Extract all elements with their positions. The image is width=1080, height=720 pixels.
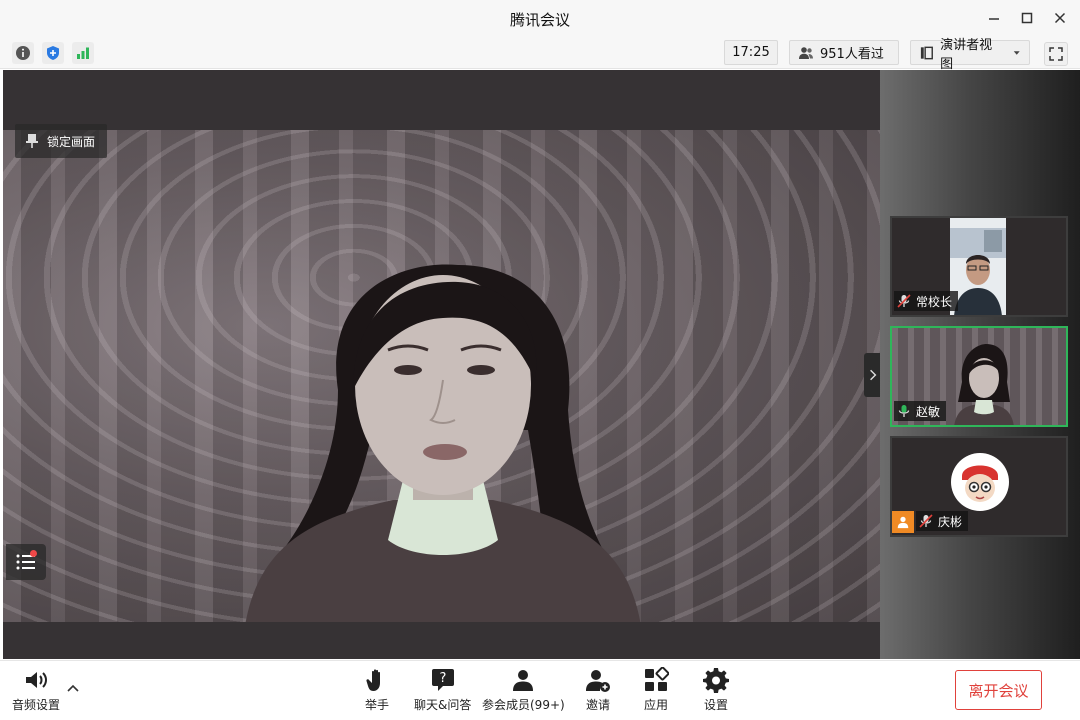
info-icon	[16, 46, 30, 60]
mic-muted-icon	[919, 514, 933, 528]
mic-muted-icon	[897, 294, 911, 308]
users-icon	[799, 46, 813, 59]
lock-screen-button[interactable]: 锁定画面	[15, 124, 108, 158]
raise-hand-label: 举手	[364, 698, 389, 712]
chevron-down-icon	[1013, 50, 1020, 55]
mic-active-icon	[898, 405, 910, 417]
participant-panel: 常校长 赵敏 庆彬	[880, 70, 1080, 659]
view-mode-dropdown[interactable]: 演讲者视图	[910, 38, 1030, 72]
chat-qa-icon: ?	[431, 669, 454, 691]
info-bar: 17:25 951人看过 演讲者视图	[0, 36, 1080, 72]
view-mode-label: 演讲者视图	[940, 37, 993, 72]
audio-menu-button[interactable]	[66, 681, 80, 700]
viewer-count-text: 951人看过	[820, 47, 884, 62]
meeting-info-button[interactable]	[12, 42, 34, 64]
maximize-icon	[1021, 12, 1033, 24]
apps-icon	[645, 667, 669, 691]
minimize-button[interactable]	[981, 6, 1007, 30]
members-label: 参会成员(99+)	[482, 698, 565, 712]
audio-settings-label: 音频设置	[12, 698, 61, 712]
person-icon	[897, 516, 909, 529]
bottom-toolbar: 音频设置 举手 ? 聊天&问答 参会成员(99+) 邀请 应用 设置 离开会议	[0, 660, 1080, 720]
members-icon	[513, 670, 534, 691]
hand-icon	[366, 669, 380, 691]
apps-button[interactable]: 应用	[643, 667, 669, 713]
window-title: 腾讯会议	[509, 11, 570, 29]
maximize-button[interactable]	[1014, 6, 1040, 30]
participant-name-tag: 常校长	[894, 291, 959, 311]
notification-dot	[30, 550, 37, 557]
close-icon	[1054, 12, 1066, 24]
svg-text:?: ?	[439, 671, 446, 686]
close-button[interactable]	[1047, 6, 1073, 30]
settings-button[interactable]: 设置	[703, 667, 729, 713]
apps-label: 应用	[643, 698, 668, 712]
signal-icon	[77, 47, 89, 59]
participant-name: 庆彬	[938, 514, 963, 529]
title-bar: 腾讯会议	[0, 0, 1080, 36]
timer-text: 17:25	[732, 45, 770, 60]
minimize-icon	[989, 18, 999, 20]
participant-name: 常校长	[916, 294, 953, 309]
leave-meeting-button[interactable]: 离开会议	[955, 670, 1042, 710]
pin-icon	[26, 134, 38, 148]
participant-name-tag: 赵敏	[894, 401, 947, 421]
invite-label: 邀请	[585, 698, 610, 712]
host-badge	[892, 511, 914, 533]
network-status-button[interactable]	[72, 42, 94, 64]
invite-button[interactable]: 邀请	[585, 667, 611, 713]
speaker-figure	[245, 264, 641, 622]
participant-tile[interactable]: 赵敏	[890, 326, 1068, 427]
audio-settings-button[interactable]: 音频设置	[12, 667, 60, 713]
speaker-video	[3, 130, 880, 622]
fullscreen-icon	[1049, 47, 1063, 61]
chat-label: 聊天&问答	[414, 698, 472, 712]
participant-figure	[954, 344, 1014, 425]
speaker-view-icon	[920, 46, 933, 59]
chevron-right-icon	[870, 369, 877, 381]
sidebar-collapse-button[interactable]	[864, 353, 880, 397]
speaker-icon	[26, 672, 47, 688]
raise-hand-button[interactable]: 举手	[364, 667, 390, 713]
avatar	[951, 453, 1009, 511]
participant-name-tag: 庆彬	[916, 511, 969, 531]
main-stage: 锁定画面	[3, 70, 880, 659]
lock-screen-label: 锁定画面	[47, 134, 96, 149]
chevron-up-icon	[67, 684, 79, 692]
chat-button[interactable]: ? 聊天&问答	[414, 667, 471, 713]
fullscreen-button[interactable]	[1044, 42, 1068, 66]
gear-icon	[703, 668, 729, 693]
viewer-count[interactable]: 951人看过	[789, 40, 899, 65]
settings-label: 设置	[703, 698, 728, 712]
participant-name: 赵敏	[916, 404, 941, 419]
shield-icon	[47, 46, 59, 60]
add-user-icon	[586, 670, 610, 692]
security-button[interactable]	[42, 42, 64, 64]
members-button[interactable]: 参会成员(99+)	[482, 667, 565, 713]
member-list-toggle[interactable]	[6, 544, 46, 580]
participant-tile[interactable]: 常校长	[890, 216, 1068, 317]
meeting-timer: 17:25	[724, 40, 778, 65]
participant-video	[950, 218, 1006, 315]
participant-tile[interactable]: 庆彬	[890, 436, 1068, 537]
